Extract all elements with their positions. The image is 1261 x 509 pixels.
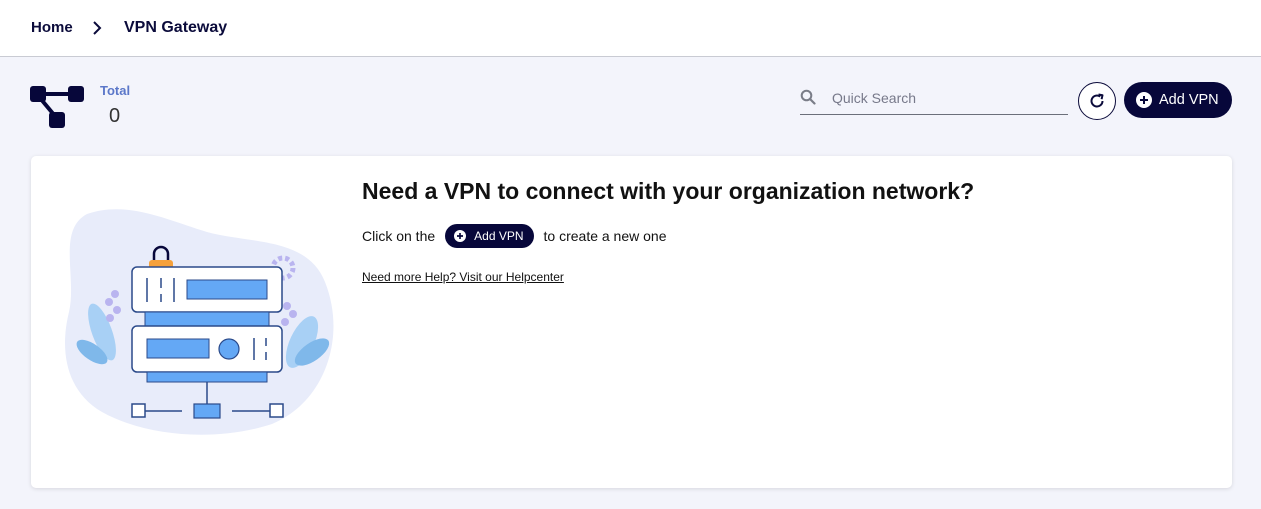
network-nodes-icon [30,86,84,128]
refresh-button[interactable] [1078,82,1116,120]
plus-circle-icon [454,230,467,242]
instruction-text-before: Click on the [362,228,436,244]
empty-state-instructions: Click on the Add VPN to create a new one [362,224,667,248]
server-lock-illustration [65,209,334,435]
total-count: 0 [109,105,121,127]
search-icon [800,89,816,105]
breadcrumb-current: VPN Gateway [124,19,228,36]
empty-state-card: Need a VPN to connect with your organiza… [31,156,1232,488]
chevron-right-icon [93,21,102,35]
helpcenter-link[interactable]: Need more Help? Visit our Helpcenter [362,270,564,284]
total-label: Total [100,83,131,98]
inline-add-vpn-button[interactable]: Add VPN [445,224,534,248]
add-vpn-label: Add VPN [1159,92,1219,108]
top-bar: Home VPN Gateway [0,0,1261,57]
quick-search [800,82,1068,115]
search-input[interactable] [832,85,1064,111]
refresh-icon [1090,93,1104,108]
plus-circle-icon [1136,92,1152,108]
empty-state-title: Need a VPN to connect with your organiza… [362,178,975,204]
add-vpn-button[interactable]: Add VPN [1124,82,1232,118]
instruction-text-after: to create a new one [543,228,667,244]
inline-add-vpn-label: Add VPN [474,229,524,243]
breadcrumb-home[interactable]: Home [31,19,73,36]
